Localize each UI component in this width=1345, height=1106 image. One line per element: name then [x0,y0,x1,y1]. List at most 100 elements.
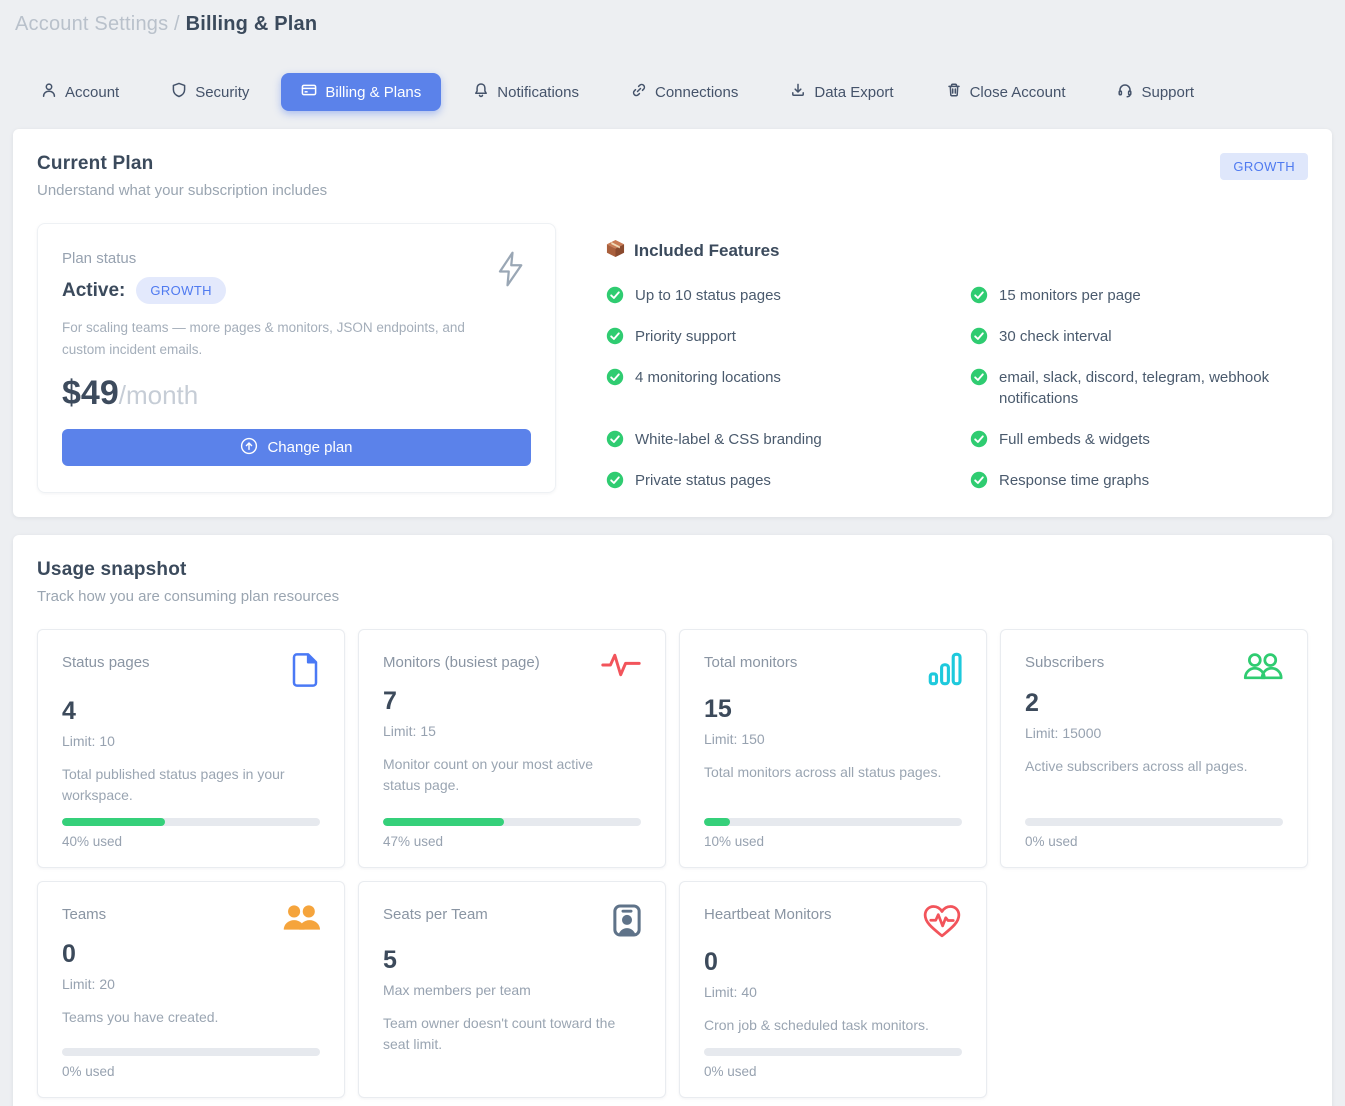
feature-label: 4 monitoring locations [635,367,781,389]
person-icon [41,82,57,102]
file-icon [290,652,320,693]
upgrade-arrow-icon [240,437,258,459]
bell-icon [473,82,489,102]
feature-label: 15 monitors per page [999,285,1141,307]
progress-bar: 0% used [1025,806,1283,849]
tab-security[interactable]: Security [151,73,269,111]
check-circle-icon [606,327,624,345]
link-icon [631,82,647,102]
lightning-icon [495,250,525,293]
tab-label: Security [195,84,249,101]
plan-status-label: Plan status [62,250,531,267]
check-circle-icon [970,286,988,304]
breadcrumb: Account Settings / Billing & Plan [13,0,1332,36]
plan-badge: GROWTH [1220,153,1308,180]
tab-label: Connections [655,84,738,101]
usage-card-seats: Seats per Team 5 Max members per team Te… [358,881,666,1098]
check-circle-icon [970,430,988,448]
check-circle-icon [970,327,988,345]
feature-item: Up to 10 status pages [606,285,944,307]
feature-label: Full embeds & widgets [999,429,1150,451]
feature-item: Response time graphs [970,470,1308,492]
usage-card-title: Heartbeat Monitors [704,904,832,923]
feature-item: Priority support [606,326,944,348]
usage-card-title: Total monitors [704,652,797,671]
change-plan-button[interactable]: Change plan [62,429,531,466]
usage-subtitle: Track how you are consuming plan resourc… [37,588,1308,605]
plan-description: For scaling teams — more pages & monitor… [62,317,472,360]
usage-card-value: 0 [62,940,320,969]
check-circle-icon [606,286,624,304]
feature-item: 30 check interval [970,326,1308,348]
usage-card-description: Total monitors across all status pages. [704,762,954,783]
feature-item: 4 monitoring locations [606,367,944,411]
usage-percent-label: 0% used [704,1064,962,1079]
usage-card-total-monitors: Total monitors 15 Limit: 150 Total monit… [679,629,987,868]
check-circle-icon [970,471,988,489]
feature-label: email, slack, discord, telegram, webhook… [999,367,1308,411]
usage-title: Usage snapshot [37,559,1308,581]
usage-percent-label: 0% used [62,1064,320,1079]
bar-chart-icon [928,652,962,691]
breadcrumb-section: Account Settings / [15,13,180,35]
price-amount: $49 [62,374,119,413]
usage-card-description: Total published status pages in your wor… [62,764,312,806]
usage-percent-label: 0% used [1025,834,1283,849]
current-plan-title: Current Plan [37,153,327,175]
features-title: Included Features [634,241,779,261]
tab-label: Account [65,84,119,101]
tab-account[interactable]: Account [21,73,139,111]
usage-card-description: Teams you have created. [62,1007,312,1028]
tab-label: Data Export [814,84,893,101]
tab-label: Support [1141,84,1194,101]
current-plan-subtitle: Understand what your subscription includ… [37,182,327,199]
usage-card-heartbeat: Heartbeat Monitors 0 Limit: 40 Cron job … [679,881,987,1098]
usage-card-limit: Limit: 150 [704,731,962,747]
usage-card-description: Team owner doesn't count toward the seat… [383,1013,633,1055]
usage-card-subscribers: Subscribers 2 Limit: 15000 Active subscr… [1000,629,1308,868]
usage-card-limit: Limit: 20 [62,976,320,992]
usage-percent-label: 10% used [704,834,962,849]
feature-label: Priority support [635,326,736,348]
feature-item: 15 monitors per page [970,285,1308,307]
tab-data-export[interactable]: Data Export [770,73,913,111]
progress-bar: 10% used [704,806,962,849]
usage-card-value: 5 [383,946,641,975]
usage-card-teams: Teams 0 Limit: 20 Teams you have created… [37,881,345,1098]
feature-item: Private status pages [606,470,944,492]
change-plan-label: Change plan [267,439,352,456]
pulse-icon [601,652,641,683]
usage-percent-label: 47% used [383,834,641,849]
usage-card-value: 15 [704,695,962,724]
usage-card-status-pages: Status pages 4 Limit: 10 Total published… [37,629,345,868]
usage-card-description: Cron job & scheduled task monitors. [704,1015,954,1036]
usage-card-limit: Limit: 15000 [1025,725,1283,741]
users-icon [1243,652,1283,685]
check-circle-icon [606,430,624,448]
tab-label: Notifications [497,84,579,101]
tab-connections[interactable]: Connections [611,73,758,111]
usage-card-limit: Max members per team [383,982,641,998]
price-period: /month [119,380,199,411]
plan-price: $49 /month [62,374,531,413]
page-title: Billing & Plan [186,13,318,35]
feature-label: Up to 10 status pages [635,285,781,307]
usage-card-limit: Limit: 10 [62,733,320,749]
usage-snapshot-panel: Usage snapshot Track how you are consumi… [13,535,1332,1106]
usage-card-title: Status pages [62,652,150,671]
usage-card-title: Monitors (busiest page) [383,652,540,671]
plan-status-card: Plan status Active: GROWTH For scaling t… [37,223,556,493]
usage-card-value: 4 [62,697,320,726]
tab-label: Billing & Plans [325,84,421,101]
tab-close-account[interactable]: Close Account [926,73,1086,111]
tab-support[interactable]: Support [1097,73,1214,111]
feature-item: White-label & CSS branding [606,429,944,451]
trash-icon [946,82,962,102]
package-icon [606,239,625,263]
tab-notifications[interactable]: Notifications [453,73,599,111]
usage-card-value: 0 [704,948,962,977]
usage-card-value: 2 [1025,689,1283,718]
tab-billing-plans[interactable]: Billing & Plans [281,73,441,111]
check-circle-icon [970,368,988,386]
download-icon [790,82,806,102]
